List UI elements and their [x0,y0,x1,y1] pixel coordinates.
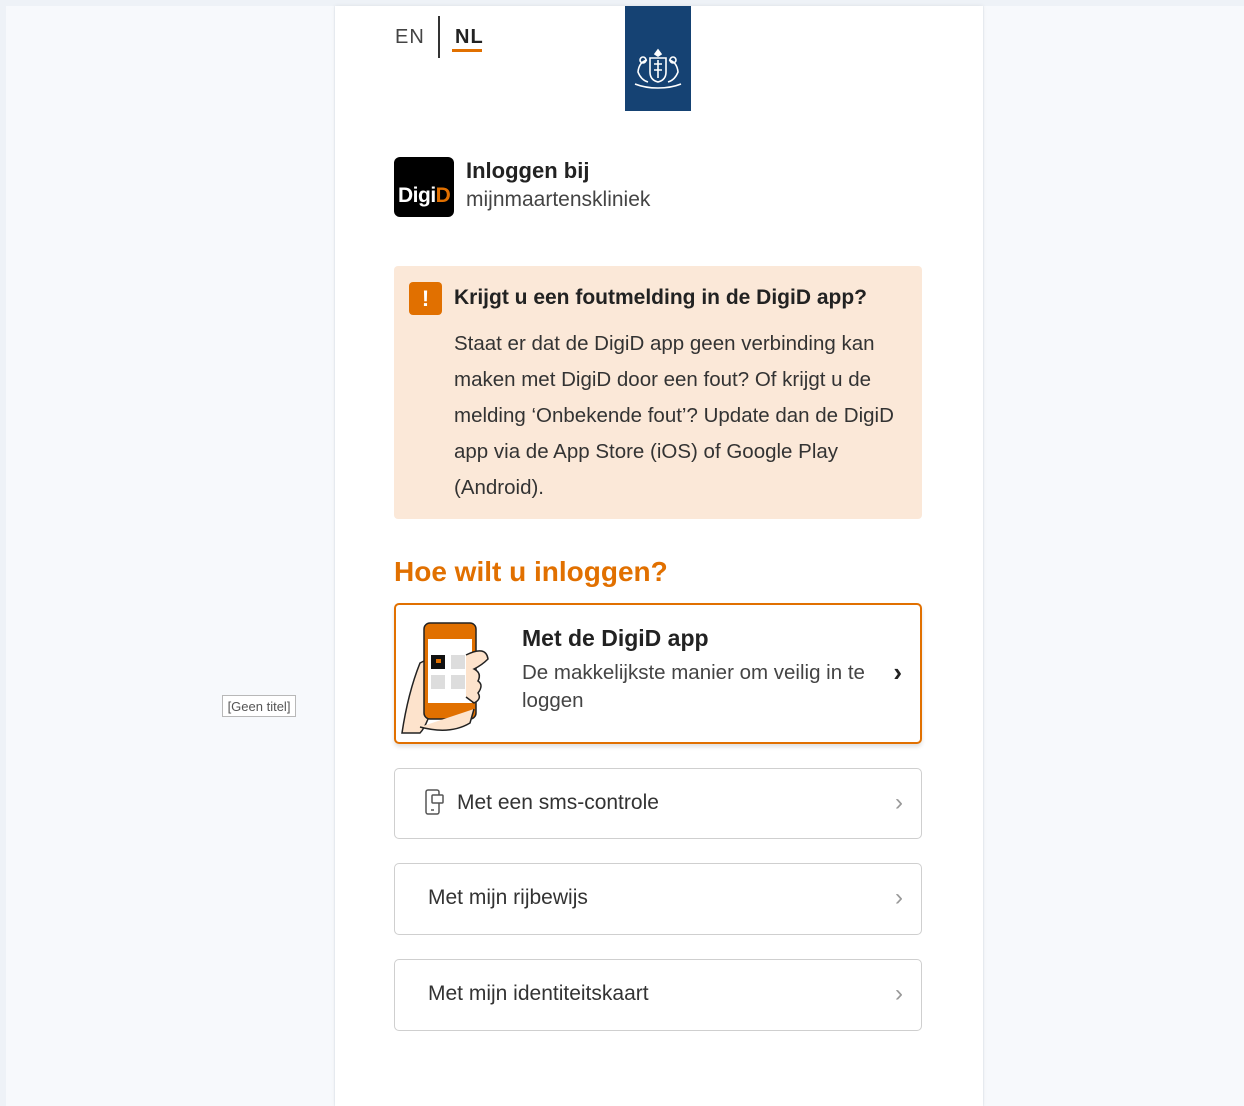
login-digid-app-button[interactable]: Met de DigiD app De makkelijkste manier … [394,603,922,744]
alert-title: Krijgt u een foutmelding in de DigiD app… [454,286,867,309]
login-card: EN NL DigiD Inloggen bij mijnmaartenskli… [335,6,983,1106]
identiteitskaart-option-label: Met mijn identiteitskaart [428,982,649,1005]
right-background [984,6,1244,1106]
organization-name: mijnmaartenskliniek [466,188,651,211]
error-alert: ! Krijgt u een foutmelding in de DigiD a… [394,266,922,519]
language-separator [438,16,440,58]
warning-icon: ! [409,282,442,315]
digid-app-option-title: Met de DigiD app [522,625,709,651]
login-title: Inloggen bij [466,158,590,183]
login-sms-button[interactable]: Met een sms-controle › [394,768,922,839]
login-rijbewijs-button[interactable]: Met mijn rijbewijs › [394,863,922,935]
digid-logo-digi: Digi [398,184,436,207]
chevron-right-icon: › [895,789,903,816]
login-method-heading: Hoe wilt u inloggen? [394,556,668,587]
left-background [6,6,334,1106]
language-nl-link[interactable]: NL [455,26,484,49]
chevron-right-icon: › [893,657,902,687]
sms-option-label: Met een sms-controle [457,791,659,814]
digid-logo-d: D [435,184,451,207]
active-language-indicator [452,49,482,52]
language-en-link[interactable]: EN [395,26,425,49]
rijbewijs-option-label: Met mijn rijbewijs [428,886,588,909]
chevron-right-icon: › [895,884,903,911]
phone-in-hand-icon [401,622,489,734]
untitled-frame-label: [Geen titel] [222,695,296,717]
rijksoverheid-logo [625,6,691,111]
coat-of-arms-icon [634,48,682,89]
chevron-right-icon: › [895,980,903,1007]
login-identiteitskaart-button[interactable]: Met mijn identiteitskaart › [394,959,922,1031]
digid-app-option-description: De makkelijkste manier om veilig in te l… [522,661,865,712]
phone-sms-icon [425,789,444,815]
alert-body: Staat er dat de DigiD app geen verbindin… [454,332,894,499]
digid-logo: DigiD [394,157,454,217]
